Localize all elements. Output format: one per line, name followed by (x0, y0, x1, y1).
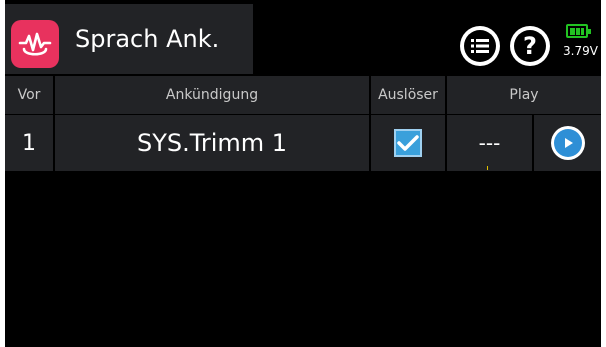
play-cell[interactable] (534, 115, 601, 171)
page-title: Sprach Ank. (75, 25, 220, 53)
play-indicator-tick (487, 166, 488, 170)
row-index: 1 (5, 115, 53, 171)
play-button[interactable] (550, 126, 585, 160)
battery-voltage: 3.79V (563, 44, 598, 58)
checkmark-icon (397, 135, 419, 151)
screen: Sprach Ank. ? 3.79V Vor Ankündigung Ausl… (5, 0, 601, 347)
battery-icon (566, 24, 591, 38)
help-icon: ? (514, 30, 546, 62)
announcement-cell[interactable]: SYS.Trimm 1 (55, 115, 369, 171)
help-button[interactable]: ? (510, 26, 550, 66)
play-icon (553, 129, 582, 157)
play-value: --- (447, 115, 532, 171)
table-row: 1 SYS.Trimm 1 --- (5, 115, 601, 171)
trigger-checkbox[interactable] (394, 129, 422, 157)
column-header-vor: Vor (5, 76, 53, 114)
trigger-cell[interactable] (371, 115, 445, 171)
header-bar: Sprach Ank. ? 3.79V (5, 4, 601, 74)
title-block: Sprach Ank. (5, 4, 253, 74)
list-icon (464, 30, 496, 62)
menu-button[interactable] (460, 26, 500, 66)
column-header-trigger: Auslöser (371, 76, 445, 114)
voice-announcement-icon[interactable] (11, 20, 59, 68)
column-header-play: Play (447, 76, 601, 114)
table-header: Vor Ankündigung Auslöser Play (5, 76, 601, 114)
column-header-announcement: Ankündigung (55, 76, 369, 114)
